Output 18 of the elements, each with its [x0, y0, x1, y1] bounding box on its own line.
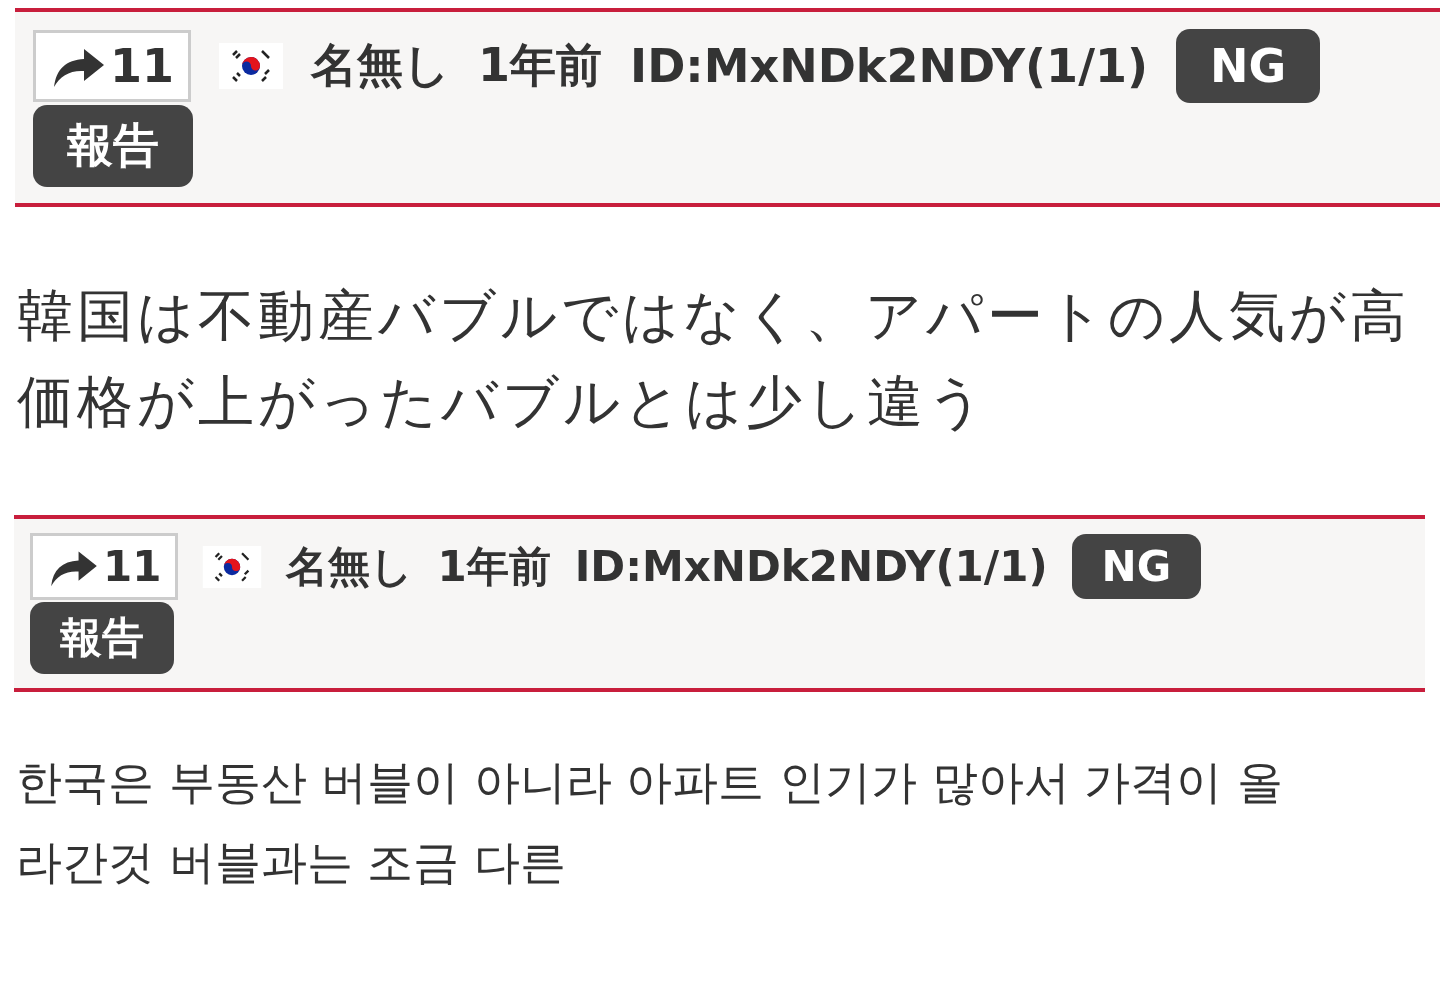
ng-button[interactable]: NG [1175, 29, 1321, 103]
post-time: 1年前 [478, 37, 603, 94]
report-button[interactable]: 報告 [33, 105, 193, 187]
ng-button[interactable]: NG [1071, 534, 1202, 599]
user-id: ID:MxNDk2NDY(1/1) [574, 542, 1048, 591]
post-text: 한국은 부동산 버블이 아니라 아파트 인기가 많아서 가격이 올 [16, 754, 1283, 811]
flag-icon [219, 43, 283, 89]
post-text: 라간것 버블과는 조금 다른 [16, 834, 566, 891]
poster-name: 名無し [311, 37, 450, 94]
post-time: 1年前 [437, 540, 551, 593]
user-id: ID:MxNDk2NDY(1/1) [630, 39, 1148, 93]
report-button[interactable]: 報告 [30, 602, 174, 674]
flag-icon [202, 545, 263, 588]
post-text: 韓国は不動産バブルではなく、アパートの人気が高 [17, 282, 1410, 350]
share-button[interactable]: 11 [33, 30, 191, 102]
post-text: 価格が上がったバブルとは少し違う [17, 368, 988, 436]
poster-name: 名無し [286, 540, 414, 593]
share-button[interactable]: 11 [30, 533, 179, 600]
